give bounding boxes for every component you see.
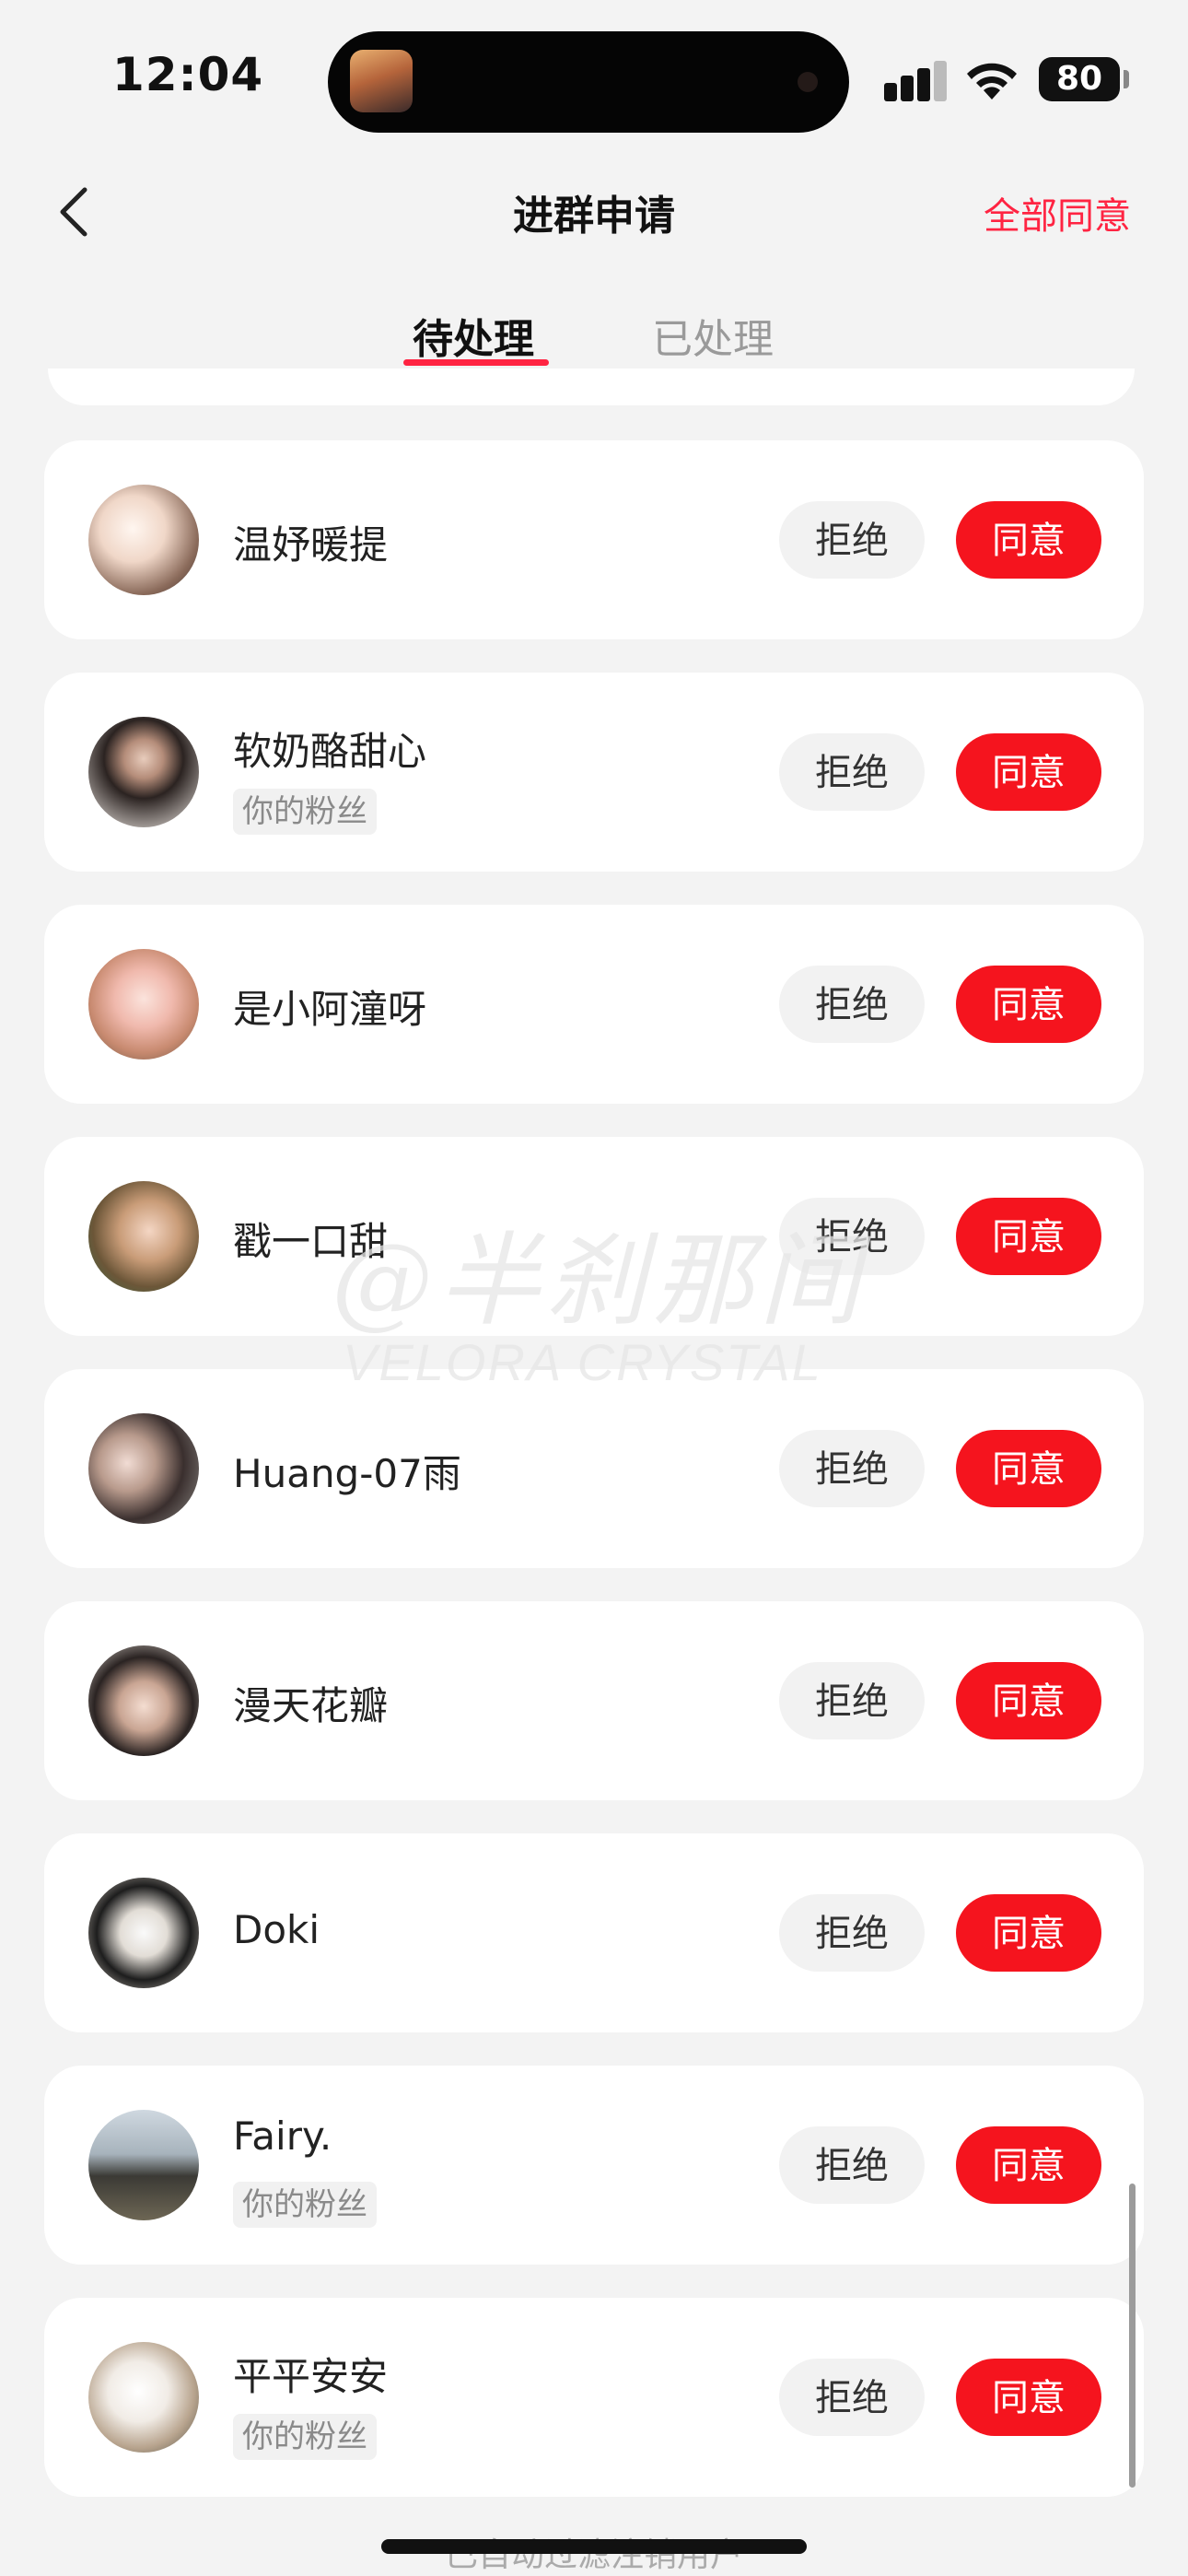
reject-button[interactable]: 拒绝 xyxy=(779,2359,925,2436)
battery-icon: 80 xyxy=(1039,57,1120,101)
reject-button[interactable]: 拒绝 xyxy=(779,966,925,1043)
avatar[interactable] xyxy=(88,717,199,827)
reject-button[interactable]: 拒绝 xyxy=(779,733,925,811)
applicant-name: Doki xyxy=(233,1907,320,1952)
fan-badge: 你的粉丝 xyxy=(233,2414,377,2460)
reject-button[interactable]: 拒绝 xyxy=(779,1894,925,1972)
accept-button[interactable]: 同意 xyxy=(956,1662,1101,1739)
watermark: @半刹那间 xyxy=(332,1222,866,1340)
avatar[interactable] xyxy=(88,2110,199,2220)
accept-button[interactable]: 同意 xyxy=(956,966,1101,1043)
accept-button[interactable]: 同意 xyxy=(956,2126,1101,2204)
camera-indicator xyxy=(798,72,818,92)
active-tab-indicator xyxy=(403,359,549,366)
reject-button[interactable]: 拒绝 xyxy=(779,1430,925,1507)
reject-button[interactable]: 拒绝 xyxy=(779,1662,925,1739)
list-item: Huang-07雨 拒绝 同意 xyxy=(44,1369,1144,1568)
previous-card-edge xyxy=(48,369,1135,405)
avatar[interactable] xyxy=(88,485,199,595)
fan-badge: 你的粉丝 xyxy=(233,789,377,835)
accept-button[interactable]: 同意 xyxy=(956,2359,1101,2436)
list-item: Fairy. 你的粉丝 拒绝 同意 xyxy=(44,2066,1144,2265)
list-item: 平平安安 你的粉丝 拒绝 同意 xyxy=(44,2298,1144,2497)
accept-button[interactable]: 同意 xyxy=(956,733,1101,811)
avatar[interactable] xyxy=(88,1181,199,1292)
avatar[interactable] xyxy=(88,1878,199,1988)
applicant-name: 温妤暖提 xyxy=(233,522,389,568)
scrollbar[interactable] xyxy=(1129,2184,1136,2488)
list-item: 是小阿潼呀 拒绝 同意 xyxy=(44,905,1144,1104)
reject-button[interactable]: 拒绝 xyxy=(779,501,925,579)
home-indicator[interactable] xyxy=(381,2539,807,2554)
now-playing-thumbnail xyxy=(350,50,413,112)
fan-badge: 你的粉丝 xyxy=(233,2182,377,2228)
cellular-signal-icon xyxy=(884,61,947,101)
watermark-subtext: VELORA CRYSTAL xyxy=(343,1333,822,1391)
avatar[interactable] xyxy=(88,1413,199,1524)
tab-processed[interactable]: 已处理 xyxy=(652,306,774,365)
list-item: 温妤暖提 拒绝 同意 xyxy=(44,440,1144,639)
avatar[interactable] xyxy=(88,2342,199,2453)
avatar[interactable] xyxy=(88,1645,199,1756)
nav-bar: 进群申请 全部同意 xyxy=(0,157,1188,267)
tab-bar: 待处理 已处理 xyxy=(0,295,1188,378)
applicant-name: 是小阿潼呀 xyxy=(233,987,427,1032)
list-item: 软奶酪甜心 你的粉丝 拒绝 同意 xyxy=(44,673,1144,872)
tab-pending[interactable]: 待处理 xyxy=(413,306,534,365)
list-item: Doki 拒绝 同意 xyxy=(44,1833,1144,2032)
wifi-icon xyxy=(967,63,1017,100)
dynamic-island xyxy=(328,31,849,133)
accept-button[interactable]: 同意 xyxy=(956,501,1101,579)
accept-button[interactable]: 同意 xyxy=(956,1894,1101,1972)
applicant-name: 软奶酪甜心 xyxy=(233,729,427,774)
applicant-name: Fairy. xyxy=(233,2113,332,2159)
applicant-name: 平平安安 xyxy=(233,2354,389,2399)
list-item: 漫天花瓣 拒绝 同意 xyxy=(44,1601,1144,1800)
accept-button[interactable]: 同意 xyxy=(956,1198,1101,1275)
avatar[interactable] xyxy=(88,949,199,1060)
status-bar: 12:04 80 xyxy=(0,0,1188,138)
applicant-name: Huang-07雨 xyxy=(233,1451,461,1496)
accept-button[interactable]: 同意 xyxy=(956,1430,1101,1507)
applicant-name: 漫天花瓣 xyxy=(233,1683,389,1728)
reject-button[interactable]: 拒绝 xyxy=(779,2126,925,2204)
agree-all-button[interactable]: 全部同意 xyxy=(984,186,1131,240)
battery-tip xyxy=(1124,70,1129,88)
status-time: 12:04 xyxy=(112,48,264,101)
